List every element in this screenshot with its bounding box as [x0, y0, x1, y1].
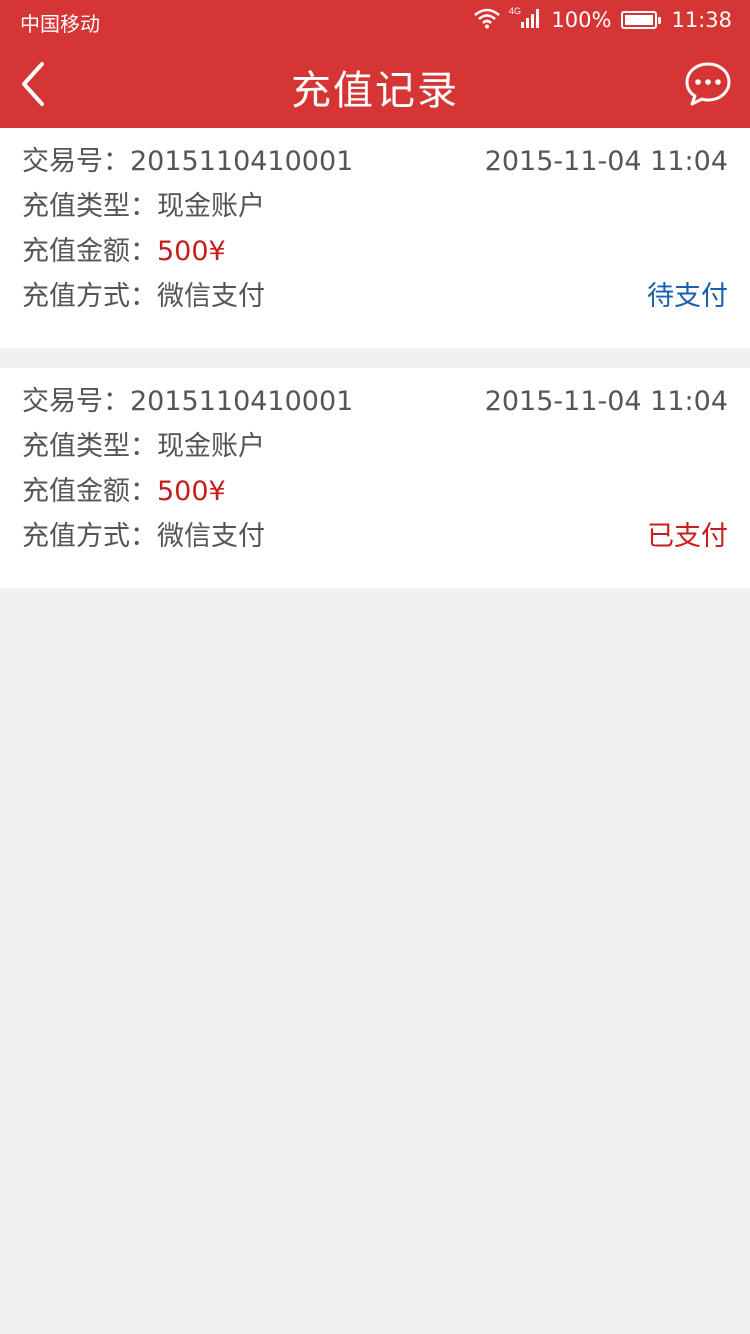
- amount-label: 充值金额：: [22, 476, 157, 507]
- method-row: 充值方式：微信支付 待支付: [22, 279, 728, 315]
- clock: 11:38: [671, 8, 732, 32]
- method-label: 充值方式：: [22, 521, 157, 552]
- amount-row: 充值金额：500¥: [22, 474, 728, 510]
- status-paid: 已支付: [647, 521, 728, 552]
- record-datetime: 2015-11-04 11:04: [484, 146, 728, 177]
- txn-number: 2015110410001: [130, 146, 354, 177]
- amount-row: 充值金额：500¥: [22, 234, 728, 270]
- record-card[interactable]: 交易号：2015110410001 2015-11-04 11:04 充值类型：…: [0, 128, 750, 348]
- battery-percent: 100%: [551, 8, 612, 32]
- amount-value: 500¥: [157, 236, 226, 267]
- type-row: 充值类型：现金账户: [22, 189, 728, 225]
- type-label: 充值类型：: [22, 431, 157, 462]
- txn-row: 交易号：2015110410001 2015-11-04 11:04: [22, 144, 728, 180]
- app-header: 中国移动 4G 100% 11:38 充值记录: [0, 0, 750, 128]
- type-value: 现金账户: [157, 431, 265, 462]
- amount-value: 500¥: [157, 476, 226, 507]
- type-row: 充值类型：现金账户: [22, 429, 728, 465]
- method-row: 充值方式：微信支付 已支付: [22, 519, 728, 555]
- chat-bubble-icon: [685, 62, 731, 106]
- record-card[interactable]: 交易号：2015110410001 2015-11-04 11:04 充值类型：…: [0, 368, 750, 588]
- method-value: 微信支付: [157, 521, 265, 552]
- txn-label: 交易号：: [22, 386, 130, 417]
- status-pending[interactable]: 待支付: [647, 279, 728, 315]
- txn-label: 交易号：: [22, 146, 130, 177]
- txn-row: 交易号：2015110410001 2015-11-04 11:04: [22, 384, 728, 420]
- method-value: 微信支付: [157, 281, 265, 312]
- network-type-label: 4G: [509, 6, 521, 16]
- amount-label: 充值金额：: [22, 236, 157, 267]
- cellular-signal-icon: 4G: [509, 6, 543, 35]
- status-icons: 4G 100% 11:38: [465, 6, 732, 34]
- carrier-label: 中国移动: [20, 12, 100, 36]
- record-datetime: 2015-11-04 11:04: [484, 386, 728, 417]
- recharge-record-list: 交易号：2015110410001 2015-11-04 11:04 充值类型：…: [0, 128, 750, 608]
- message-button[interactable]: [684, 60, 732, 108]
- type-value: 现金账户: [157, 191, 265, 222]
- page-title: 充值记录: [291, 68, 459, 114]
- method-label: 充值方式：: [22, 281, 157, 312]
- type-label: 充值类型：: [22, 191, 157, 222]
- wifi-icon: [473, 7, 501, 34]
- txn-number: 2015110410001: [130, 386, 354, 417]
- status-bar: 中国移动 4G 100% 11:38: [0, 0, 750, 40]
- battery-icon: [621, 11, 662, 29]
